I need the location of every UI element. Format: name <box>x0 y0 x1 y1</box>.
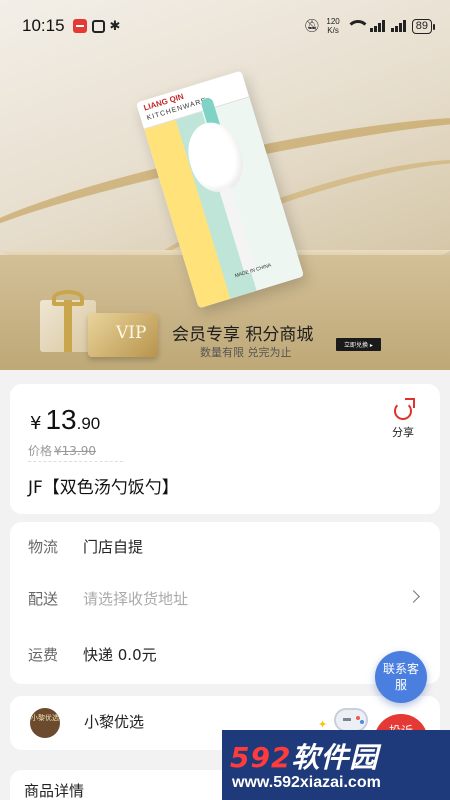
address-row[interactable]: 配送 请选择收货地址 <box>28 588 438 609</box>
watermark-logo: 592软件园 www.592xiazai.com <box>222 730 450 800</box>
battery-level: 89 <box>415 19 428 32</box>
share-button[interactable]: 分享 <box>388 402 418 440</box>
signal-icon <box>369 20 385 32</box>
nfc-icon <box>91 19 105 33</box>
net-speed-unit: K/s <box>327 26 339 35</box>
shop-avatar: 小黎优选 <box>30 708 60 738</box>
battery-icon: 89 <box>411 18 436 34</box>
original-price-label: 价格 <box>28 444 53 458</box>
game-controller-icon[interactable] <box>334 708 368 732</box>
watermark-text: 软件园 <box>291 741 379 774</box>
share-label: 分享 <box>392 426 414 439</box>
product-image-banner[interactable]: LIANG QIN KITCHENWARE MADE IN CHINA VIP … <box>0 0 450 370</box>
customer-service-button[interactable]: 联系客服 <box>375 651 427 703</box>
price-card: ¥ 13 .90 价格 ¥13.90 JF【双色汤勺饭勺】 分享 <box>10 384 440 514</box>
product-title: JF【双色汤勺饭勺】 <box>28 478 179 498</box>
redeem-button[interactable]: 立即兑换 <box>336 338 381 351</box>
wifi-icon <box>345 20 370 32</box>
logistics-row: 物流 门店自提 <box>28 536 143 557</box>
price-decimal: .90 <box>76 414 101 433</box>
gift-bow-icon <box>52 290 84 306</box>
vip-card-icon: VIP <box>88 313 158 357</box>
mute-icon: 🔕︎ <box>303 18 321 34</box>
address-placeholder: 请选择收货地址 <box>83 590 189 608</box>
original-price-value: ¥13.90 <box>54 443 97 458</box>
watermark-url: www.592xiazai.com <box>232 774 381 791</box>
watermark-title: 592软件园 <box>230 736 378 776</box>
message-icon <box>72 19 87 33</box>
logistics-label: 物流 <box>28 538 59 556</box>
shipping-fee-value: 快递 0.0元 <box>83 646 157 664</box>
current-price: ¥ 13 .90 <box>30 404 100 436</box>
delivery-label: 配送 <box>28 590 59 608</box>
share-icon <box>394 402 412 420</box>
shipping-fee-label: 运费 <box>28 646 59 664</box>
net-speed-value: 120 <box>326 17 340 26</box>
price-integer: 13 <box>45 404 77 435</box>
promo-title: 会员专享 积分商城 <box>172 325 314 345</box>
logistics-value: 门店自提 <box>83 538 144 556</box>
status-bar: 10:15 ✱ 🔕︎ 120 K/s 89 <box>0 0 450 52</box>
detail-title: 商品详情 <box>24 782 85 800</box>
promo-subtitle: 数量有限 兑完为止 <box>200 346 292 359</box>
status-time: 10:15 <box>22 16 65 35</box>
divider <box>28 461 123 462</box>
vip-text: VIP <box>116 323 147 343</box>
original-price: 价格 ¥13.90 <box>28 442 96 459</box>
currency-symbol: ¥ <box>30 413 42 434</box>
bluetooth-icon: ✱ <box>109 18 121 34</box>
shop-name: 小黎优选 <box>84 713 145 731</box>
signal-icon <box>390 20 406 32</box>
watermark-number: 592 <box>230 741 292 774</box>
shipping-fee-row: 运费 快递 0.0元 <box>28 644 157 665</box>
delivery-info-card: 物流 门店自提 配送 请选择收货地址 运费 快递 0.0元 <box>10 522 440 684</box>
network-speed: 120 K/s <box>326 17 339 35</box>
